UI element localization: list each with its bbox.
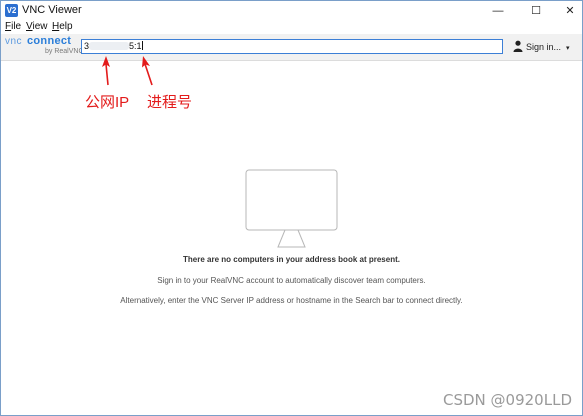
menu-view-label: iew xyxy=(32,21,48,32)
vnc-viewer-window: V2 VNC Viewer — ☐ ✕ File View Help vnc c… xyxy=(0,0,583,416)
close-button[interactable]: ✕ xyxy=(553,1,582,21)
person-icon xyxy=(513,40,523,52)
menu-help[interactable]: Help xyxy=(52,21,73,32)
sign-in-label: Sign in... xyxy=(526,42,562,52)
window-title: VNC Viewer xyxy=(22,4,82,16)
maximize-button[interactable]: ☐ xyxy=(519,1,553,21)
chevron-down-icon: ▾ xyxy=(566,45,570,52)
empty-state-signin-hint: Sign in to your RealVNC account to autom… xyxy=(157,276,426,285)
sign-in-button[interactable]: Sign in... ▾ xyxy=(513,34,570,60)
menu-file-label: ile xyxy=(11,21,22,32)
address-book-area: There are no computers in your address b… xyxy=(1,61,582,415)
brand-by-realvnc: by RealVNC xyxy=(45,48,84,55)
vnc-app-icon: V2 xyxy=(5,4,18,17)
menu-help-label: elp xyxy=(59,21,73,32)
text-caret xyxy=(141,41,143,50)
monitor-icon xyxy=(245,169,338,248)
empty-state-heading: There are no computers in your address b… xyxy=(183,255,400,264)
search-value-suffix: 5:1 xyxy=(129,41,142,51)
search-input-value: 3 5:1 xyxy=(84,40,143,53)
menu-file[interactable]: File xyxy=(5,21,21,32)
title-bar[interactable]: V2 VNC Viewer — ☐ ✕ xyxy=(1,1,582,21)
menu-view[interactable]: View xyxy=(26,21,48,32)
search-input[interactable]: 3 5:1 xyxy=(81,39,503,54)
vnc-connect-logo: vnc connect by RealVNC xyxy=(5,34,84,60)
toolbar: vnc connect by RealVNC 3 5:1 Sign in... ▾ xyxy=(1,34,582,61)
menu-bar: File View Help xyxy=(1,20,582,35)
empty-state-search-hint: Alternatively, enter the VNC Server IP a… xyxy=(120,296,463,305)
brand-connect-text: connect xyxy=(27,35,72,47)
brand-vnc-text: vnc xyxy=(5,36,23,47)
csdn-watermark: CSDN @0920LLD xyxy=(443,391,572,409)
minimize-button[interactable]: — xyxy=(481,1,515,21)
redacted-ip-segment xyxy=(89,42,130,50)
